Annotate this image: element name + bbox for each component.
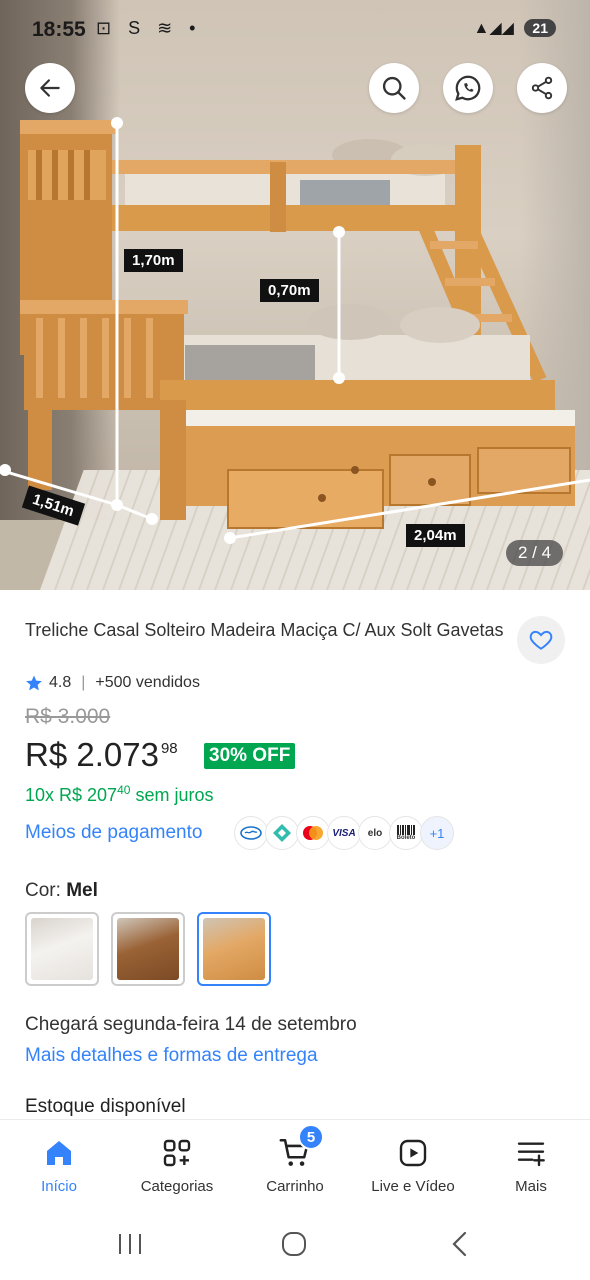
swatch-image-white xyxy=(31,918,93,980)
more-payment-methods[interactable]: +1 xyxy=(420,816,454,850)
dimension-label-height-total: 1,70m xyxy=(124,249,183,272)
elo-label: elo xyxy=(367,827,383,839)
installments-prefix: 10x R$ 207 xyxy=(25,785,118,805)
delivery-prefix: Chegará segunda-feira xyxy=(25,1014,220,1035)
share-button[interactable] xyxy=(517,63,567,113)
color-value: Mel xyxy=(66,880,98,901)
home-system-icon[interactable] xyxy=(280,1230,308,1258)
cart-count-badge: 5 xyxy=(298,1124,324,1150)
heart-icon xyxy=(529,630,553,650)
mercado-pago-icon xyxy=(234,816,268,850)
boleto-label: Boleto xyxy=(396,834,416,841)
color-swatch-walnut[interactable] xyxy=(111,912,185,986)
nav-categories-label: Categorias xyxy=(140,1178,214,1195)
old-price: R$ 3.000 xyxy=(25,705,111,728)
nav-categories[interactable]: Categorias xyxy=(118,1120,236,1209)
sold-count: +500 vendidos xyxy=(95,674,200,691)
whatsapp-icon xyxy=(455,75,481,101)
dimension-label-height-lower: 0,70m xyxy=(260,279,319,302)
status-notification-icons: ⊡ S ≋ • xyxy=(96,18,202,38)
installments-cents: 40 xyxy=(117,783,131,797)
rating-row[interactable]: 4.8 | +500 vendidos xyxy=(25,674,200,692)
image-counter: 2 / 4 xyxy=(506,540,564,566)
nav-home-label: Início xyxy=(41,1178,77,1195)
nav-home[interactable]: Início xyxy=(0,1120,118,1209)
installments-info: 10x R$ 20740 sem juros xyxy=(25,783,213,806)
visa-label: VISA xyxy=(332,827,356,839)
product-image[interactable]: 1,70m 0,70m 1,51m 2,04m 2 / 4 xyxy=(0,0,590,590)
nav-cart[interactable]: 5 Carrinho xyxy=(236,1120,354,1209)
delivery-day: 14 xyxy=(224,1014,246,1035)
delivery-details-link[interactable]: Mais detalhes e formas de entrega xyxy=(25,1045,318,1067)
installments-suffix: sem juros xyxy=(135,785,214,805)
price-cents: 98 xyxy=(160,740,178,757)
status-time: 18:55 xyxy=(32,18,86,41)
categories-icon xyxy=(163,1139,191,1167)
boleto-icon: Boleto xyxy=(389,816,423,850)
pix-icon xyxy=(265,816,299,850)
nav-cart-label: Carrinho xyxy=(266,1178,324,1195)
nav-more-label: Mais xyxy=(515,1178,547,1195)
signal-icon: ▲◢◢ xyxy=(473,20,514,37)
status-right: ▲◢◢ 21 xyxy=(474,18,556,38)
rating-separator: | xyxy=(81,674,86,691)
price-main: R$ 2.073 xyxy=(25,736,159,773)
payment-methods-link[interactable]: Meios de pagamento xyxy=(25,822,202,844)
recent-apps-icon[interactable] xyxy=(116,1230,144,1258)
battery-indicator: 21 xyxy=(524,19,556,37)
discount-badge: 30% OFF xyxy=(204,743,296,769)
rating-value: 4.8 xyxy=(49,674,72,691)
visa-icon: VISA xyxy=(327,816,361,850)
mastercard-icon xyxy=(296,816,330,850)
status-bar: 18:55 ⊡ S ≋ • ▲◢◢ 21 xyxy=(0,0,590,60)
search-icon xyxy=(382,76,406,100)
search-button[interactable] xyxy=(369,63,419,113)
nav-live-video[interactable]: Live e Vídeo xyxy=(354,1120,472,1209)
nav-more[interactable]: Mais xyxy=(472,1120,590,1209)
delivery-info: Chegará segunda-feira 14 de setembro xyxy=(25,1014,357,1036)
current-price: R$ 2.073 98 xyxy=(25,736,178,774)
menu-plus-icon xyxy=(517,1142,545,1167)
nav-live-video-label: Live e Vídeo xyxy=(371,1178,455,1195)
system-navigation-bar xyxy=(0,1210,590,1280)
back-arrow-icon xyxy=(40,79,60,97)
swatch-image-mel xyxy=(203,918,265,980)
star-icon xyxy=(26,675,42,691)
color-label-prefix: Cor: xyxy=(25,880,61,901)
favorite-button[interactable] xyxy=(517,616,565,664)
dimension-label-width: 2,04m xyxy=(406,524,465,547)
stock-status: Estoque disponível xyxy=(25,1096,186,1117)
back-button[interactable] xyxy=(25,63,75,113)
swatch-image-walnut xyxy=(117,918,179,980)
product-title: Treliche Casal Solteiro Madeira Maciça C… xyxy=(25,620,504,640)
color-swatches xyxy=(25,912,271,986)
play-video-icon xyxy=(399,1139,427,1167)
back-system-icon[interactable] xyxy=(448,1230,472,1258)
elo-icon: elo xyxy=(358,816,392,850)
color-label: Cor: Mel xyxy=(25,880,98,902)
share-icon xyxy=(531,76,553,100)
delivery-suffix: de setembro xyxy=(251,1014,357,1035)
home-icon xyxy=(47,1141,71,1165)
payment-icons[interactable]: VISA elo Boleto +1 xyxy=(234,816,454,850)
color-swatch-mel[interactable] xyxy=(197,912,271,986)
whatsapp-share-button[interactable] xyxy=(443,63,493,113)
bottom-navigation: Início Categorias 5 Carrinho Live e Víde… xyxy=(0,1119,590,1209)
color-swatch-white[interactable] xyxy=(25,912,99,986)
